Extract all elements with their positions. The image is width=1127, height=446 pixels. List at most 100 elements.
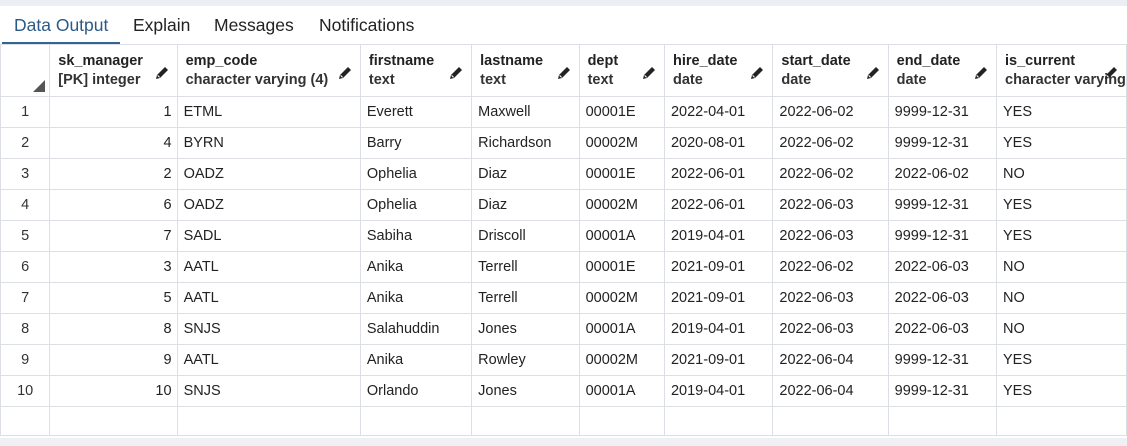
column-header-start-date[interactable]: start_date date <box>772 44 889 97</box>
column-header-sk-manager[interactable]: sk_manager [PK] integer <box>49 44 178 97</box>
cell-hire-date[interactable]: 2019-04-01 <box>663 375 774 407</box>
cell-end-date[interactable]: 9999-12-31 <box>887 127 998 159</box>
cell-end-date[interactable]: 9999-12-31 <box>887 96 998 128</box>
cell-lastname[interactable]: Diaz <box>471 189 580 221</box>
pencil-icon[interactable] <box>1103 65 1119 81</box>
cell-hire-date[interactable]: 2022-06-01 <box>663 158 774 190</box>
pencil-icon[interactable] <box>154 65 170 81</box>
column-header-dept[interactable]: dept text <box>578 44 665 97</box>
cell-sk-manager[interactable]: 1 <box>49 96 178 128</box>
cell-emp-code[interactable]: AATL <box>176 282 361 314</box>
cell-dept[interactable]: 00001A <box>578 313 665 345</box>
cell-emp-code[interactable]: SADL <box>176 220 361 252</box>
cell-sk-manager[interactable]: 3 <box>49 251 178 283</box>
cell-hire-date[interactable]: 2019-04-01 <box>663 220 774 252</box>
cell-is-current[interactable]: NO <box>996 282 1127 314</box>
cell-firstname[interactable]: Anika <box>359 251 473 283</box>
table-row[interactable]: 4 6 OADZ Ophelia Diaz 00002M 2022-06-01 2022-06… <box>0 189 1127 221</box>
cell-end-date[interactable]: 9999-12-31 <box>887 344 998 376</box>
cell-end-date[interactable]: 9999-12-31 <box>887 189 998 221</box>
cell-emp-code[interactable]: SNJS <box>176 313 361 345</box>
cell-lastname[interactable]: Driscoll <box>471 220 580 252</box>
cell-end-date[interactable]: 2022-06-02 <box>887 158 998 190</box>
cell-lastname[interactable]: Terrell <box>471 251 580 283</box>
cell-firstname[interactable]: Sabiha <box>359 220 473 252</box>
row-number[interactable]: 1 <box>0 96 51 128</box>
cell-sk-manager[interactable]: 9 <box>49 344 178 376</box>
cell-dept[interactable]: 00002M <box>578 189 665 221</box>
cell-hire-date[interactable]: 2022-06-01 <box>663 189 774 221</box>
column-header-lastname[interactable]: lastname text <box>471 44 580 97</box>
column-header-is-current[interactable]: is_current character varying <box>996 44 1127 97</box>
cell-hire-date[interactable]: 2021-09-01 <box>663 251 774 283</box>
cell-start-date[interactable]: 2022-06-02 <box>772 251 889 283</box>
cell-lastname[interactable]: Terrell <box>471 282 580 314</box>
cell-start-date[interactable]: 2022-06-03 <box>772 282 889 314</box>
cell-hire-date[interactable]: 2021-09-01 <box>663 282 774 314</box>
cell-emp-code[interactable]: SNJS <box>176 375 361 407</box>
cell-firstname[interactable]: Salahuddin <box>359 313 473 345</box>
cell-firstname[interactable]: Orlando <box>359 375 473 407</box>
cell-firstname[interactable]: Ophelia <box>359 189 473 221</box>
horizontal-scroll-strip[interactable] <box>0 438 1127 446</box>
cell-dept[interactable]: 00001E <box>578 251 665 283</box>
cell-emp-code[interactable]: OADZ <box>176 158 361 190</box>
pencil-icon[interactable] <box>865 65 881 81</box>
cell-lastname[interactable]: Maxwell <box>471 96 580 128</box>
cell-dept[interactable]: 00001E <box>578 96 665 128</box>
cell-emp-code[interactable]: AATL <box>176 251 361 283</box>
cell-end-date[interactable]: 2022-06-03 <box>887 282 998 314</box>
row-number[interactable]: 7 <box>0 282 51 314</box>
cell-firstname[interactable]: Everett <box>359 96 473 128</box>
tab-notifications[interactable]: Notifications <box>319 6 414 44</box>
cell-sk-manager[interactable]: 5 <box>49 282 178 314</box>
column-header-hire-date[interactable]: hire_date date <box>663 44 774 97</box>
pencil-icon[interactable] <box>337 65 353 81</box>
cell-lastname[interactable]: Jones <box>471 375 580 407</box>
pencil-icon[interactable] <box>973 65 989 81</box>
cell-is-current[interactable]: NO <box>996 313 1127 345</box>
table-row[interactable]: 9 9 AATL Anika Rowley 00002M 2021-09-01 2022-06… <box>0 344 1127 376</box>
cell-lastname[interactable]: Richardson <box>471 127 580 159</box>
cell-is-current[interactable]: YES <box>996 96 1127 128</box>
cell-start-date[interactable]: 2022-06-03 <box>772 313 889 345</box>
cell-lastname[interactable]: Rowley <box>471 344 580 376</box>
cell-is-current[interactable]: YES <box>996 344 1127 376</box>
pencil-icon[interactable] <box>448 65 464 81</box>
cell-is-current[interactable]: YES <box>996 189 1127 221</box>
cell-sk-manager[interactable]: 4 <box>49 127 178 159</box>
cell-sk-manager[interactable]: 6 <box>49 189 178 221</box>
pencil-icon[interactable] <box>749 65 765 81</box>
cell-is-current[interactable]: YES <box>996 127 1127 159</box>
cell-end-date[interactable]: 9999-12-31 <box>887 220 998 252</box>
cell-dept[interactable]: 00002M <box>578 344 665 376</box>
cell-firstname[interactable]: Anika <box>359 344 473 376</box>
cell-hire-date[interactable]: 2020-08-01 <box>663 127 774 159</box>
row-number[interactable]: 2 <box>0 127 51 159</box>
cell-start-date[interactable]: 2022-06-03 <box>772 220 889 252</box>
cell-end-date[interactable]: 2022-06-03 <box>887 251 998 283</box>
pencil-icon[interactable] <box>556 65 572 81</box>
cell-lastname[interactable]: Jones <box>471 313 580 345</box>
row-number[interactable]: 9 <box>0 344 51 376</box>
row-number[interactable]: 8 <box>0 313 51 345</box>
tab-messages[interactable]: Messages <box>214 6 294 44</box>
cell-lastname[interactable]: Diaz <box>471 158 580 190</box>
cell-sk-manager[interactable]: 2 <box>49 158 178 190</box>
cell-firstname[interactable]: Ophelia <box>359 158 473 190</box>
cell-start-date[interactable]: 2022-06-04 <box>772 344 889 376</box>
cell-dept[interactable]: 00001A <box>578 220 665 252</box>
table-row[interactable]: 2 4 BYRN Barry Richardson 00002M 2020-08-01 202… <box>0 127 1127 159</box>
cell-firstname[interactable]: Anika <box>359 282 473 314</box>
row-number[interactable]: 5 <box>0 220 51 252</box>
cell-sk-manager[interactable]: 7 <box>49 220 178 252</box>
row-number[interactable]: 3 <box>0 158 51 190</box>
pencil-icon[interactable] <box>641 65 657 81</box>
cell-is-current[interactable]: NO <box>996 158 1127 190</box>
column-header-end-date[interactable]: end_date date <box>887 44 998 97</box>
table-row[interactable]: 6 3 AATL Anika Terrell 00001E 2021-09-01 2022-0… <box>0 251 1127 283</box>
row-number[interactable]: 10 <box>0 375 51 407</box>
cell-emp-code[interactable]: AATL <box>176 344 361 376</box>
cell-end-date[interactable]: 9999-12-31 <box>887 375 998 407</box>
table-row[interactable]: 1 1 ETML Everett Maxwell 00001E 2022-04-01 2022… <box>0 96 1127 128</box>
